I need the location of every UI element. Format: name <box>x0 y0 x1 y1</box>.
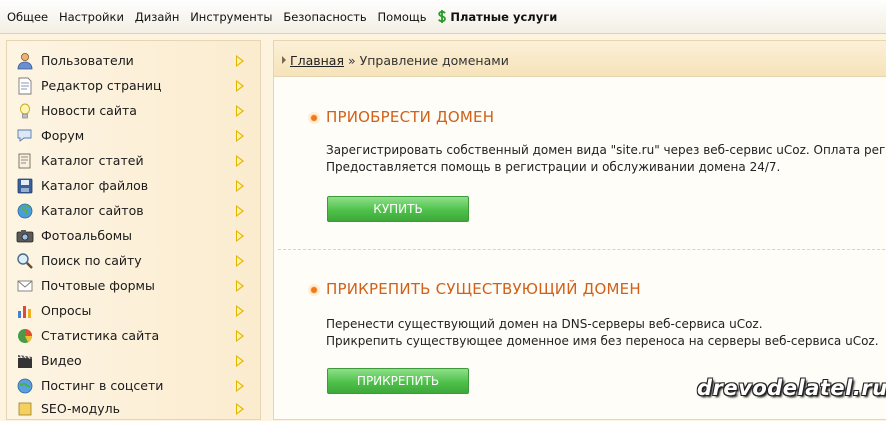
sidebar-item-label: Пользователи <box>41 53 134 68</box>
sidebar-item-news[interactable]: Новости сайта <box>7 99 260 123</box>
sidebar-item-label: Редактор страниц <box>41 78 162 93</box>
sidebar-item-label: Постинг в соцсети <box>41 378 164 393</box>
chevron-right-icon <box>236 355 244 367</box>
menu-general[interactable]: Общее <box>7 10 48 24</box>
buy-domain-text-1: Зарегистрировать собственный домен вида … <box>326 143 886 157</box>
breadcrumb-home-link[interactable]: Главная <box>290 53 344 68</box>
sidebar-item-stats[interactable]: Статистика сайта <box>7 324 260 348</box>
chevron-right-icon <box>236 330 244 342</box>
sidebar-item-articles[interactable]: Каталог статей <box>7 149 260 173</box>
sidebar-item-forum[interactable]: Форум <box>7 124 260 148</box>
sidebar-item-video[interactable]: Видео <box>7 349 260 373</box>
sidebar-item-files[interactable]: Каталог файлов <box>7 174 260 198</box>
breadcrumb: Главная » Управление доменами <box>274 41 886 77</box>
chevron-right-icon <box>236 80 244 92</box>
menu-help[interactable]: Помощь <box>378 10 427 24</box>
chevron-right-icon <box>236 380 244 392</box>
video-icon <box>18 355 32 368</box>
buy-domain-text-2: Предоставляется помощь в регистрации и о… <box>326 160 781 174</box>
sidebar-item-label: Каталог сайтов <box>41 203 144 218</box>
chevron-right-icon <box>236 180 244 192</box>
articles-icon <box>18 153 31 169</box>
files-icon <box>17 178 33 194</box>
sidebar-item-page-editor[interactable]: Редактор страниц <box>7 74 260 98</box>
attach-button[interactable]: ПРИКРЕПИТЬ <box>327 368 469 394</box>
chevron-right-icon <box>236 403 244 415</box>
sidebar-item-users[interactable]: Пользователи <box>7 49 260 73</box>
sidebar-item-label: Фотоальбомы <box>41 228 133 243</box>
sidebar-item-label: Каталог файлов <box>41 178 149 193</box>
section-bullet-icon <box>308 112 320 124</box>
breadcrumb-separator: » <box>347 53 356 68</box>
menu-paid-services[interactable]: Платные услуги <box>437 10 557 24</box>
attach-domain-text-2: Прикрепить существующее доменное имя без… <box>326 334 879 348</box>
sidebar-item-photo[interactable]: Фотоальбомы <box>7 224 260 248</box>
sidebar-item-label: Статистика сайта <box>41 328 160 343</box>
watermark: drevodelatel.ru <box>697 376 886 400</box>
mail-icon <box>17 280 33 292</box>
sidebar: Пользователи Редактор страниц Новости са… <box>6 40 261 420</box>
breadcrumb-current: Управление доменами <box>359 53 509 68</box>
users-icon <box>17 53 33 70</box>
chevron-right-icon <box>236 305 244 317</box>
menu-settings[interactable]: Настройки <box>59 10 124 24</box>
sidebar-item-mail-forms[interactable]: Почтовые формы <box>7 274 260 298</box>
section-divider <box>278 249 886 250</box>
menu-security[interactable]: Безопасность <box>283 10 366 24</box>
chevron-right-icon <box>236 255 244 267</box>
buy-domain-title: ПРИОБРЕСТИ ДОМЕН <box>326 108 495 126</box>
poll-icon <box>18 306 31 318</box>
chevron-right-icon <box>236 280 244 292</box>
dollar-icon <box>438 10 447 23</box>
sidebar-item-label: SEO-модуль <box>41 401 121 416</box>
sidebar-item-label: Поиск по сайту <box>41 253 142 268</box>
menu-tools[interactable]: Инструменты <box>190 10 272 24</box>
chevron-right-icon <box>236 230 244 242</box>
sidebar-item-label: Форум <box>41 128 85 143</box>
sidebar-item-label: Видео <box>41 353 82 368</box>
sidebar-item-label: Новости сайта <box>41 103 137 118</box>
camera-icon <box>16 230 34 243</box>
sidebar-item-label: Каталог статей <box>41 153 144 168</box>
chevron-right-icon <box>236 205 244 217</box>
sidebar-item-search[interactable]: Поиск по сайту <box>7 249 260 273</box>
top-menu-bar: Общее Настройки Дизайн Инструменты Безоп… <box>0 0 886 34</box>
chevron-right-icon <box>236 155 244 167</box>
sidebar-item-label: Опросы <box>41 303 92 318</box>
stats-icon <box>18 329 32 343</box>
menu-design[interactable]: Дизайн <box>135 10 180 24</box>
sidebar-item-polls[interactable]: Опросы <box>7 299 260 323</box>
forum-icon <box>17 129 32 142</box>
main-panel: Главная » Управление доменами ПРИОБРЕСТИ… <box>273 40 886 420</box>
sidebar-item-sites[interactable]: Каталог сайтов <box>7 199 260 223</box>
page-editor-icon <box>18 77 32 95</box>
sidebar-item-social-posting[interactable]: Постинг в соцсети <box>7 374 260 398</box>
news-icon <box>20 103 30 119</box>
attach-domain-title: ПРИКРЕПИТЬ СУЩЕСТВУЮЩИЙ ДОМЕН <box>326 280 641 298</box>
menu-paid-label: Платные услуги <box>450 10 558 24</box>
chevron-right-icon <box>236 130 244 142</box>
chevron-right-icon <box>236 105 244 117</box>
section-bullet-icon <box>308 284 320 296</box>
seo-icon <box>18 402 32 416</box>
search-icon <box>17 253 33 269</box>
chevron-right-icon <box>236 55 244 67</box>
breadcrumb-arrow-icon <box>282 56 286 64</box>
social-icon <box>17 378 33 394</box>
sites-icon <box>17 203 33 219</box>
sidebar-item-seo[interactable]: SEO-модуль <box>7 397 260 421</box>
attach-domain-text-1: Перенести существующий домен на DNS-серв… <box>326 317 763 331</box>
breadcrumb-path: Главная » Управление доменами <box>290 53 509 68</box>
top-menu: Общее Настройки Дизайн Инструменты Безоп… <box>7 10 564 24</box>
buy-button[interactable]: КУПИТЬ <box>327 196 469 222</box>
sidebar-item-label: Почтовые формы <box>41 278 155 293</box>
